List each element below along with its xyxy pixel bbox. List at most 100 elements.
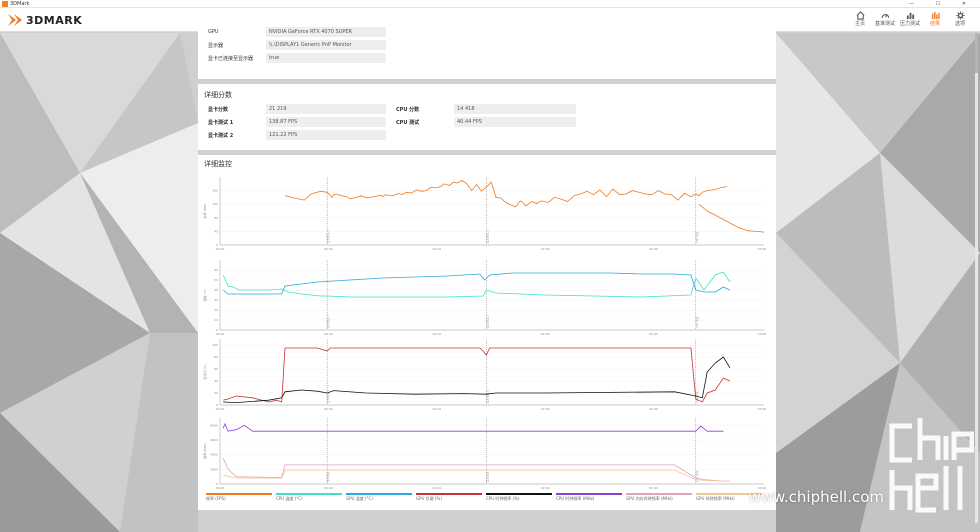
x-tick-label: 02:00 (541, 247, 550, 251)
graphics-score-value: 21 219 (266, 104, 386, 114)
x-tick-label: 03:20 (758, 407, 767, 411)
x-tick-label: 00:00 (216, 407, 225, 411)
y-tick-label: 100 (212, 343, 218, 347)
graphics-test2-label: 显卡测试 2 (208, 133, 234, 139)
x-tick-label: 03:20 (758, 247, 767, 251)
y-tick-label: 30 (214, 298, 218, 302)
x-tick-label: 01:20 (432, 407, 441, 411)
gpu-info-card: GPU NVIDIA GeForce RTX 4070 SUPER 显示器 \\… (198, 26, 776, 79)
chiphell-logo-icon (889, 418, 974, 513)
legend-swatch (486, 493, 552, 495)
legend-swatch (626, 493, 692, 495)
detailed-scores-card: 详细分数 显卡分数 21 219 显卡测试 1 138.87 FPS 显卡测试 … (198, 84, 776, 150)
x-tick-label: 03:20 (758, 332, 767, 336)
test-marker-label: CPU 测试 (695, 470, 699, 482)
x-tick-label: 02:00 (541, 486, 550, 490)
legend-swatch (556, 493, 622, 495)
gpu-value: NVIDIA GeForce RTX 4070 SUPER (266, 27, 386, 37)
cpu-score-value: 14 418 (454, 104, 576, 114)
x-tick-label: 02:40 (649, 247, 658, 251)
x-tick-label: 02:40 (649, 486, 658, 490)
nav-label: 选项 (954, 21, 965, 27)
gpu-label: GPU (208, 29, 219, 35)
legend-swatch (346, 493, 412, 495)
test-marker-label: 显卡测试 2 (485, 315, 489, 328)
window-controls[interactable]: — ☐ ✕ (909, 0, 976, 8)
x-tick-label: 02:40 (649, 407, 658, 411)
graphics-score-label: 显卡分数 (208, 107, 229, 113)
bars-icon (906, 12, 914, 20)
x-tick-label: 00:40 (324, 486, 333, 490)
y-tick-label: 4000 (210, 453, 218, 457)
legend-label: CPU 温度 (°C) (276, 496, 303, 501)
legend-item: CPU 时钟频率 (%) (486, 493, 556, 505)
nav-item-2[interactable]: 压力测试 (900, 11, 920, 28)
legend-label: GPU 温度 (°C) (346, 496, 373, 501)
chart-plot-area (220, 418, 764, 484)
monitor-value: \\.\DISPLAY1 Generic PnP Monitor (266, 40, 386, 50)
x-tick-label: 01:20 (432, 247, 441, 251)
y-tick-label: 80 (214, 216, 218, 220)
scrollbar-thumb[interactable] (975, 33, 978, 73)
y-tick-label: 60 (214, 367, 218, 371)
legend-item: GPU 负载 (%) (416, 493, 486, 505)
test-marker-label: 显卡测试 2 (485, 230, 489, 243)
test-marker-label: 显卡测试 2 (485, 469, 489, 482)
nav-item-4[interactable]: 选项 (950, 11, 970, 28)
legend-swatch (206, 493, 272, 495)
nav-item-3[interactable]: 结果 (925, 11, 945, 28)
x-tick-label: 02:40 (649, 332, 658, 336)
connected-value: true (266, 53, 386, 63)
legend-item: CPU 时钟频率 (MHz) (556, 493, 626, 505)
y-tick-label: 60 (214, 268, 218, 272)
legend-item: CPU 温度 (°C) (276, 493, 346, 505)
y-axis-label: 帧率 (FPS) (202, 204, 207, 219)
title-bar: 3DMark — ☐ ✕ (0, 0, 980, 8)
app-logo: 3DMARK (8, 12, 82, 28)
x-tick-label: 00:40 (324, 247, 333, 251)
home-icon (856, 11, 864, 20)
window-title: 3DMark (10, 1, 30, 7)
monitor-label: 显示器 (208, 43, 224, 49)
test-marker-label: CPU 测试 (695, 231, 699, 243)
x-tick-label: 00:00 (216, 247, 225, 251)
y-tick-label: 40 (214, 288, 218, 292)
test-marker-label: 显卡测试 1 (326, 469, 330, 482)
y-tick-label: 10 (214, 318, 218, 322)
y-tick-label: 20 (214, 308, 218, 312)
monitoring-charts[interactable]: 0408012016000:00 00:40 01:20 02:00 02:40 03:2… (198, 155, 776, 510)
x-tick-label: 00:00 (216, 332, 225, 336)
x-tick-label: 00:00 (216, 486, 225, 490)
graphics-test2-value: 121.22 FPS (266, 130, 386, 140)
graphics-test1-label: 显卡测试 1 (208, 120, 234, 126)
y-tick-label: 160 (212, 189, 218, 193)
x-tick-label: 01:20 (432, 332, 441, 336)
legend-item: 帧率 (FPS) (206, 493, 276, 505)
x-tick-label: 00:40 (324, 407, 333, 411)
nav-item-0[interactable]: 主页 (850, 11, 870, 28)
test-marker-label: 显卡测试 2 (485, 390, 489, 403)
y-axis-label: 温度 (°C) (202, 289, 207, 302)
y-axis-label: 百分比 (%) (202, 364, 207, 379)
legend-label: GPU 内存时钟频率 (MHz) (626, 496, 673, 501)
x-tick-label: 02:00 (541, 407, 550, 411)
legend-label: CPU 时钟频率 (%) (486, 496, 520, 501)
page-scrollbar[interactable] (975, 33, 978, 523)
detailed-monitoring-card: 详细监控 0 40 80 120 160 00:00 00:40 01:20 02:00 02:4… (198, 155, 776, 510)
scores-title: 详细分数 (204, 91, 232, 99)
test-marker-label: 显卡测试 1 (326, 230, 330, 243)
y-tick-label: 80 (214, 355, 218, 359)
legend-item: GPU 内存时钟频率 (MHz) (626, 493, 696, 505)
cpu-test-value: 40.44 FPS (454, 117, 576, 127)
test-marker-label: 显卡测试 1 (326, 315, 330, 328)
gauge-icon (881, 14, 889, 18)
gear-icon (955, 11, 965, 20)
y-tick-label: 50 (214, 278, 218, 282)
chart-plot-area (220, 339, 764, 405)
chart-plot-area (220, 177, 764, 245)
legend-swatch (416, 493, 482, 495)
nav-item-1[interactable]: 基准测试 (875, 11, 895, 28)
x-tick-label: 01:20 (432, 486, 441, 490)
x-tick-label: 02:00 (541, 332, 550, 336)
test-marker-label: CPU 测试 (695, 316, 699, 328)
